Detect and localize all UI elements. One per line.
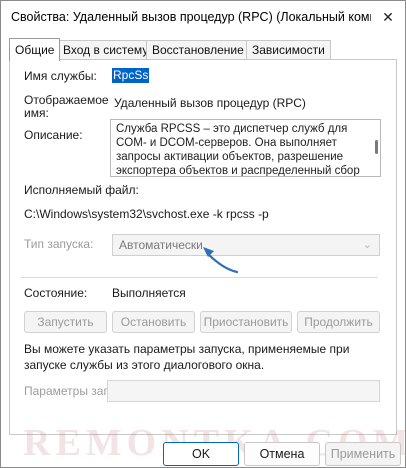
chevron-down-icon: ⌄: [362, 239, 372, 251]
exe-label: Исполняемый файл:: [24, 183, 139, 197]
tab-general[interactable]: Общие: [9, 38, 61, 61]
resume-button[interactable]: Продолжить: [297, 311, 380, 333]
apply-button[interactable]: Применить: [325, 442, 401, 466]
ok-button[interactable]: OK: [163, 442, 239, 466]
close-icon: ✕: [382, 9, 394, 25]
window-title: Свойства: Удаленный вызов процедур (RPC)…: [11, 10, 383, 24]
service-properties-dialog: Свойства: Удаленный вызов процедур (RPC)…: [0, 0, 406, 468]
cancel-button[interactable]: Отмена: [244, 442, 320, 466]
startup-type-label: Тип запуска:: [24, 237, 94, 251]
display-name-label-line2: имя:: [24, 106, 49, 120]
tab-logon[interactable]: Вход в систему: [57, 40, 155, 60]
pause-button[interactable]: Приостановить: [200, 311, 292, 333]
startup-type-value: Автоматически: [119, 238, 203, 252]
tab-recovery[interactable]: Восстановление: [146, 40, 250, 60]
status-label: Состояние:: [24, 286, 88, 300]
start-button[interactable]: Запустить: [24, 311, 107, 333]
divider: [21, 277, 378, 278]
description-box[interactable]: Служба RPCSS – это диспетчер служб для C…: [110, 119, 381, 177]
startup-params-input[interactable]: [107, 380, 380, 402]
service-name-value[interactable]: RpcSs: [112, 68, 150, 83]
curved-arrow-icon: [203, 247, 239, 274]
startup-params-hint: Вы можете указать параметры запуска, при…: [24, 342, 350, 372]
description-text: Служба RPCSS – это диспетчер служб для C…: [116, 123, 360, 177]
description-label: Описание:: [24, 128, 83, 142]
startup-type-select[interactable]: Автоматически ⌄: [112, 234, 380, 256]
service-name-label: Имя службы:: [24, 69, 97, 83]
close-button[interactable]: ✕: [371, 1, 405, 33]
stop-button[interactable]: Остановить: [112, 311, 195, 333]
display-name-label-line1: Отображаемое: [24, 93, 109, 107]
title-bar: Свойства: Удаленный вызов процедур (RPC)…: [1, 1, 405, 33]
display-name-value[interactable]: Удаленный вызов процедур (RPC): [114, 96, 306, 110]
status-value: Выполняется: [112, 286, 186, 300]
exe-path[interactable]: C:\Windows\system32\svchost.exe -k rpcss…: [24, 207, 269, 221]
tab-dependencies[interactable]: Зависимости: [246, 40, 331, 60]
description-scrollbar[interactable]: [375, 140, 378, 154]
